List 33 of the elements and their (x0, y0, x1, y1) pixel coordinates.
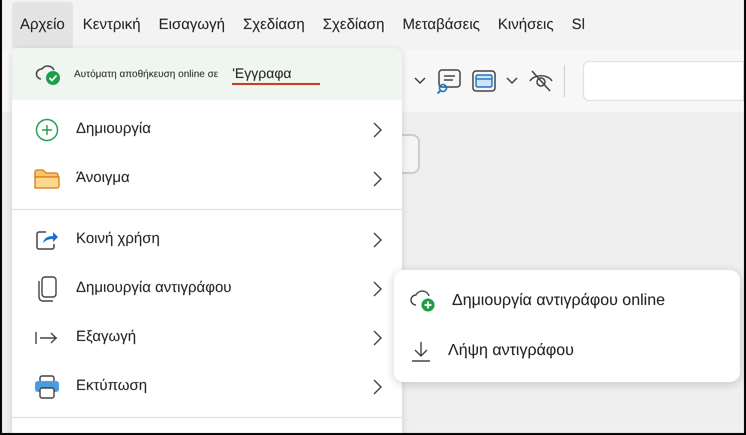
chevron-down-icon[interactable] (506, 77, 518, 85)
save-location-field[interactable]: 'Εγγραφα (232, 63, 320, 85)
menu-item[interactable]: Δημιουργία (12, 105, 402, 154)
plus-circle-icon (35, 118, 59, 142)
ribbon-tab[interactable]: Σχεδίαση (314, 2, 393, 48)
ribbon-tab[interactable]: Μεταβάσεις (394, 2, 488, 48)
autosave-label: Αυτόματη αποθήκευση online σε (74, 68, 218, 82)
ribbon-tab[interactable]: Σχεδίαση (234, 2, 313, 48)
ribbon-tab[interactable]: Αρχείο (12, 2, 73, 48)
ribbon-tab[interactable]: Κεντρική (74, 2, 149, 48)
eye-slash-icon[interactable] (528, 69, 554, 93)
menu-item[interactable]: Κοινή χρήση (12, 215, 402, 264)
chevron-right-icon (373, 280, 382, 296)
folder-icon (34, 168, 60, 190)
download-icon (410, 340, 432, 362)
printer-icon (34, 374, 60, 398)
layout-icon[interactable] (472, 70, 496, 92)
copy-icon (37, 276, 57, 302)
menu-item[interactable]: Άνοιγμα (12, 154, 402, 203)
share-icon (35, 228, 59, 250)
ribbon-tab[interactable]: Κινήσεις (490, 2, 562, 48)
chevron-right-icon (373, 170, 382, 186)
cloud-plus-icon (410, 289, 436, 313)
chevron-right-icon (373, 232, 382, 248)
export-arrow-icon (35, 330, 59, 346)
input-field[interactable] (583, 61, 744, 101)
chevron-down-icon[interactable] (414, 77, 426, 85)
chevron-right-icon (373, 122, 382, 138)
chevron-right-icon (373, 378, 382, 394)
comment-search-icon[interactable] (436, 68, 462, 94)
chevron-right-icon (373, 330, 382, 346)
ribbon-tab[interactable]: Εισαγωγή (150, 2, 233, 48)
ribbon-tab[interactable]: Sl (564, 2, 593, 48)
